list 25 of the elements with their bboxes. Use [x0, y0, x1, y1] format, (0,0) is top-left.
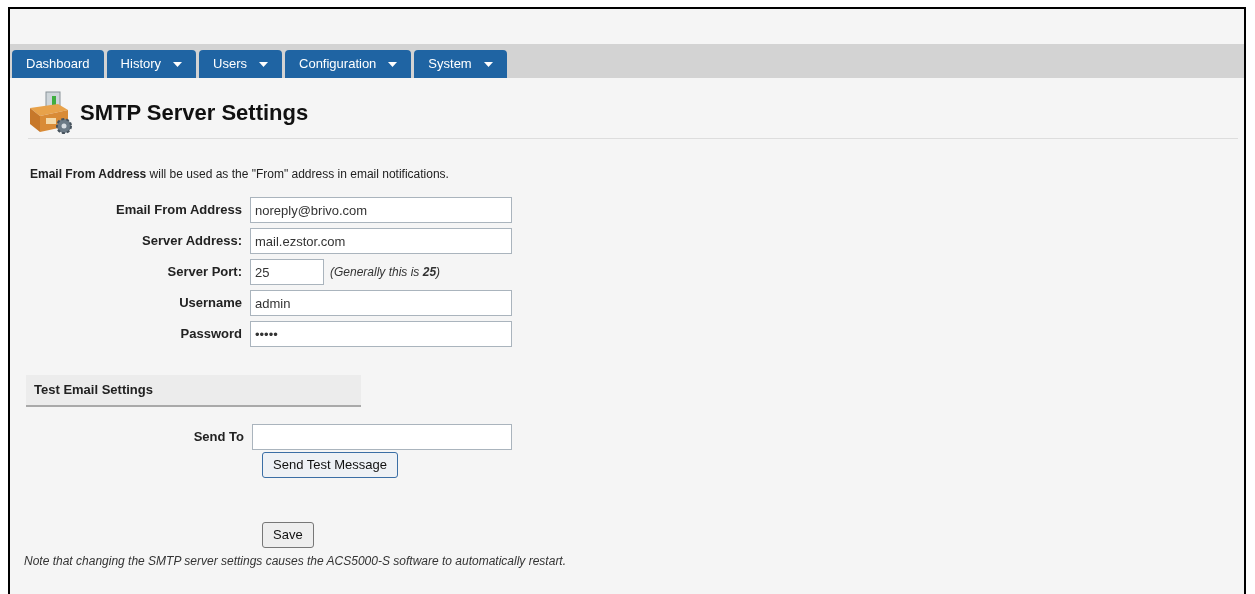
nav-tab[interactable]: Users	[199, 50, 282, 78]
nav-tab[interactable]: System	[414, 50, 507, 78]
text-field[interactable]: •••••	[250, 321, 512, 347]
send-test-button[interactable]: Send Test Message	[262, 452, 398, 478]
text-field[interactable]	[252, 424, 512, 450]
intro-text: Email From Address will be used as the "From" address in email notifications.	[29, 166, 450, 183]
nav-tab[interactable]: History	[106, 50, 197, 78]
text-field[interactable]: admin	[250, 290, 512, 316]
field-label: Server Port:	[166, 263, 243, 282]
text-field[interactable]: noreply@brivo.com	[250, 197, 512, 223]
note-text: Note that changing the SMTP server settings causes the ACS5000-S software to automatically restart.	[24, 553, 568, 570]
save-button[interactable]: Save	[262, 522, 314, 548]
field-label: Server Address:	[141, 232, 243, 251]
field-label: Email From Address	[115, 201, 243, 220]
field-label: Username	[178, 294, 243, 313]
field-label: Password	[179, 325, 243, 344]
page-title: SMTP Server Settings	[80, 98, 309, 127]
hint-text: (Generally this is 25)	[330, 264, 441, 281]
field-label: Send To	[192, 428, 245, 447]
toolbox-gear-icon	[28, 90, 74, 134]
text-field[interactable]: 25	[250, 259, 324, 285]
section-header: Test Email Settings	[26, 375, 361, 407]
nav-tab[interactable]: Configuration	[285, 50, 412, 78]
nav-tab[interactable]: Dashboard	[12, 50, 104, 78]
text-field[interactable]: mail.ezstor.com	[250, 228, 512, 254]
